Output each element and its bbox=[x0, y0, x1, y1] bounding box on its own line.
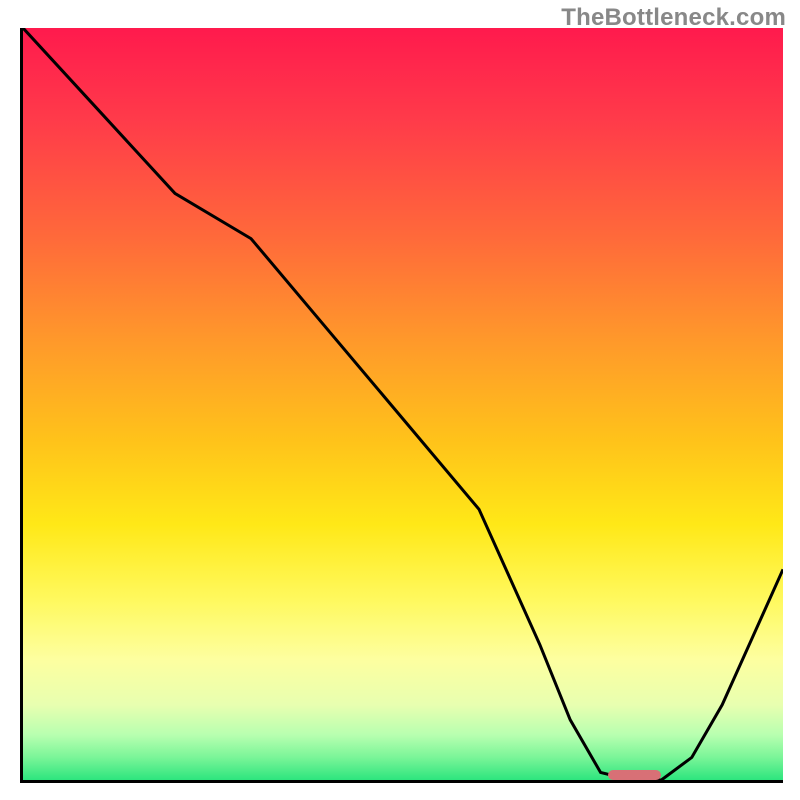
optimal-range-marker bbox=[608, 770, 661, 780]
bottleneck-chart bbox=[20, 28, 783, 783]
bottleneck-curve-path bbox=[23, 28, 783, 780]
chart-curve-svg bbox=[23, 28, 783, 780]
